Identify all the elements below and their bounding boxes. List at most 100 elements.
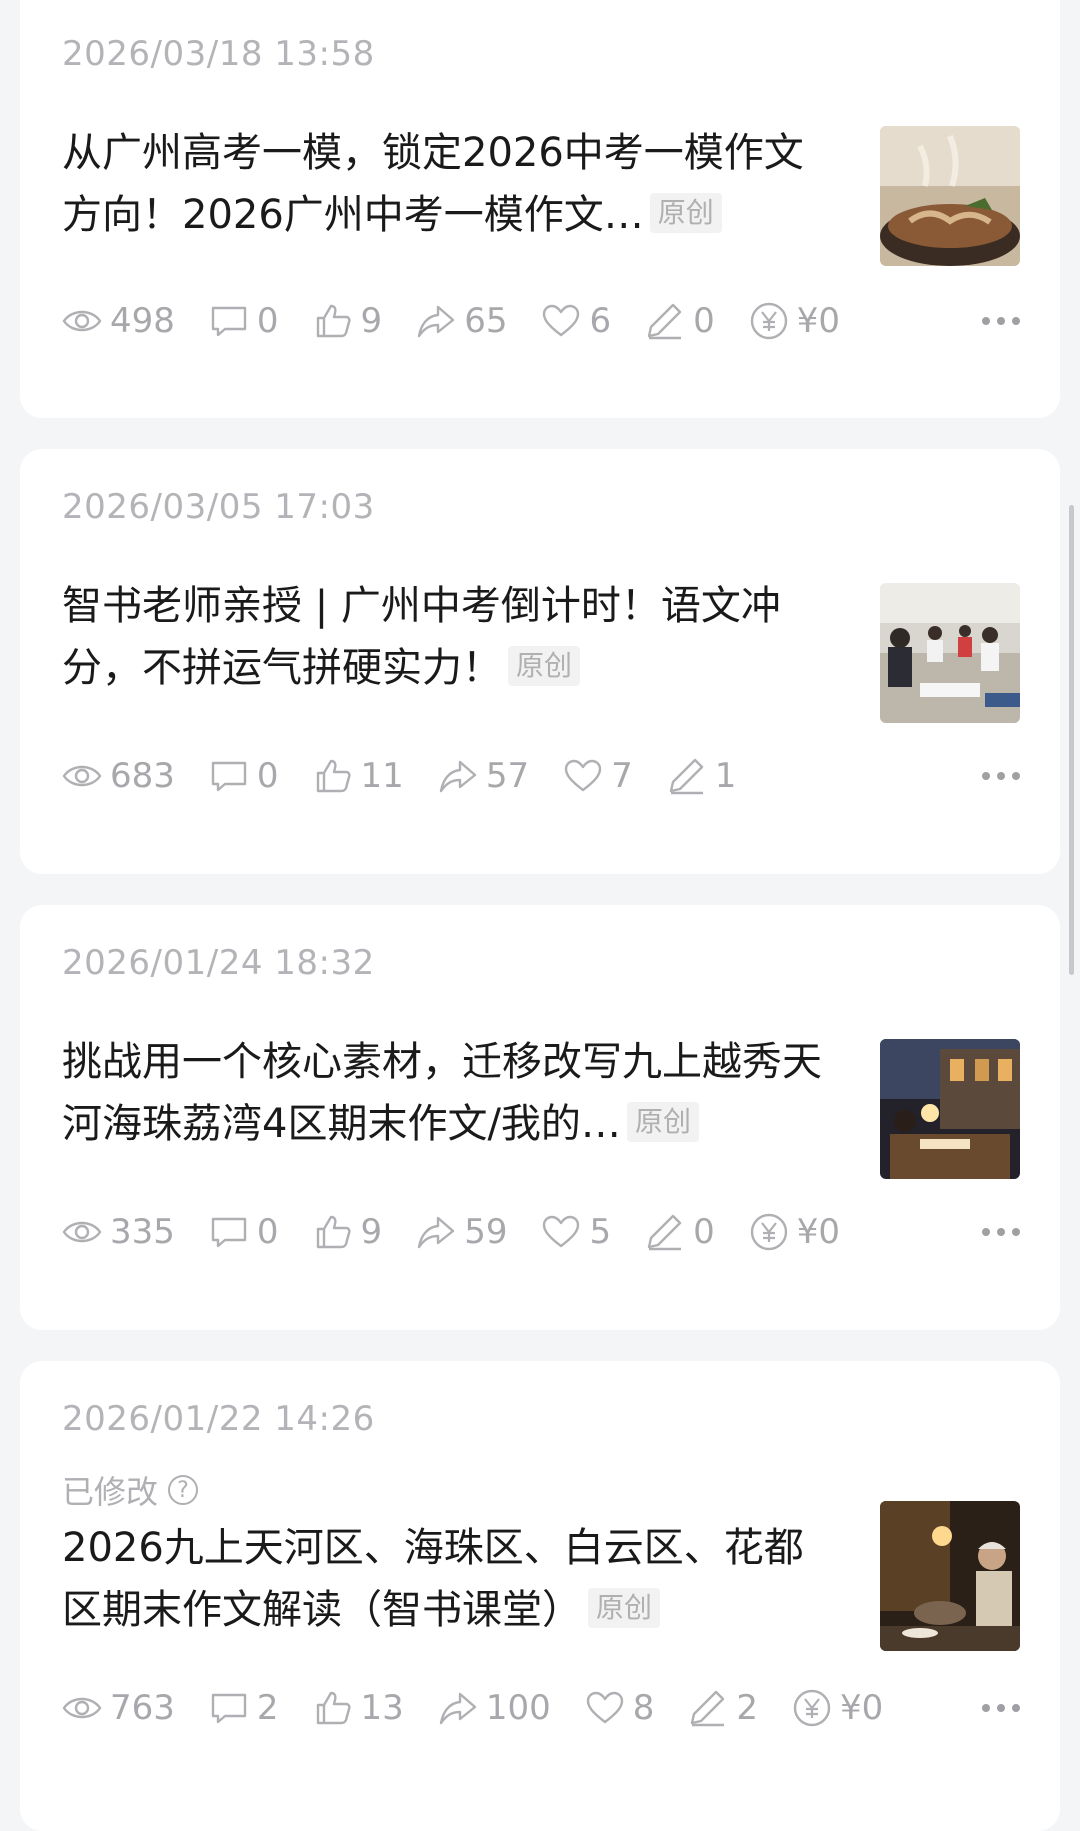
food-soup-image[interactable]: [880, 126, 1020, 266]
more-options-button[interactable]: [982, 1683, 1020, 1733]
shares-stat[interactable]: 57: [438, 756, 529, 796]
article-title[interactable]: 从广州高考一模，锁定2026中考一模作文方向！2026广州中考一模作文… 原创: [62, 122, 842, 246]
article-date: 2026/03/05 17:03: [62, 487, 375, 527]
article-card[interactable]: 2026/03/18 13:58 从广州高考一模，锁定2026中考一模作文方向！…: [20, 0, 1060, 418]
notes-count: 1: [714, 756, 737, 796]
views-stat: 763: [62, 1688, 175, 1728]
likes-count: 9: [360, 301, 383, 341]
thumbs-up-icon: [313, 301, 353, 341]
comment-icon: [209, 1688, 249, 1728]
comments-stat[interactable]: 2: [209, 1688, 279, 1728]
heart-icon: [541, 1212, 581, 1252]
pen-icon: [688, 1688, 728, 1728]
article-title[interactable]: 智书老师亲授 | 广州中考倒计时！语文冲分，不拼运气拼硬实力！ 原创: [62, 575, 842, 699]
pen-icon: [667, 756, 707, 796]
share-icon: [416, 301, 456, 341]
reward-stat[interactable]: ¥0: [749, 301, 840, 341]
views-stat: 335: [62, 1212, 175, 1252]
likes-count: 9: [360, 1212, 383, 1252]
comments-count: 0: [256, 1212, 279, 1252]
comments-stat[interactable]: 0: [209, 1212, 279, 1252]
eye-icon: [62, 1688, 102, 1728]
more-options-button[interactable]: [982, 1207, 1020, 1257]
favorites-count: 5: [589, 1212, 612, 1252]
eye-icon: [62, 756, 102, 796]
elderly-cooking-image[interactable]: [880, 1501, 1020, 1651]
article-date: 2026/01/22 14:26: [62, 1399, 375, 1439]
likes-count: 13: [360, 1688, 404, 1728]
thumbs-up-icon: [313, 1212, 353, 1252]
yen-icon: [792, 1688, 832, 1728]
comments-count: 0: [256, 301, 279, 341]
likes-stat[interactable]: 9: [313, 301, 383, 341]
favorites-stat[interactable]: 6: [541, 301, 611, 341]
likes-stat[interactable]: 13: [313, 1688, 404, 1728]
article-stats: 683 0 11 57 7 1: [62, 751, 770, 801]
more-options-button[interactable]: [982, 296, 1020, 346]
heart-icon: [585, 1688, 625, 1728]
favorites-stat[interactable]: 8: [585, 1688, 655, 1728]
article-card[interactable]: 2026/01/22 14:26 已修改 ? 2026九上天河区、海珠区、白云区…: [20, 1361, 1060, 1831]
eye-icon: [62, 1212, 102, 1252]
favorites-stat[interactable]: 7: [563, 756, 633, 796]
modified-label[interactable]: 已修改 ?: [62, 1467, 199, 1513]
scrollbar[interactable]: [1069, 505, 1074, 975]
article-card[interactable]: 2026/01/24 18:32 挑战用一个核心素材，迁移改写九上越秀天河海珠荔…: [20, 905, 1060, 1330]
likes-stat[interactable]: 11: [313, 756, 404, 796]
pen-icon: [645, 1212, 685, 1252]
share-icon: [438, 756, 478, 796]
pen-icon: [645, 301, 685, 341]
night-study-image[interactable]: [880, 1039, 1020, 1179]
shares-count: 57: [485, 756, 530, 796]
comments-count: 0: [256, 756, 279, 796]
notes-stat[interactable]: 0: [645, 1212, 715, 1252]
comment-icon: [209, 301, 249, 341]
views-count: 498: [110, 301, 175, 341]
favorites-count: 6: [589, 301, 612, 341]
shares-count: 59: [464, 1212, 508, 1252]
thumbs-up-icon: [313, 1688, 353, 1728]
shares-stat[interactable]: 100: [438, 1688, 551, 1728]
shares-count: 100: [485, 1688, 551, 1728]
shares-stat[interactable]: 65: [416, 301, 507, 341]
notes-stat[interactable]: 1: [667, 756, 737, 796]
notes-count: 0: [693, 301, 715, 341]
views-count: 763: [110, 1688, 175, 1728]
notes-count: 0: [693, 1212, 715, 1252]
notes-count: 2: [736, 1688, 758, 1728]
original-badge: 原创: [626, 1102, 699, 1142]
heart-icon: [541, 301, 581, 341]
reward-stat[interactable]: ¥0: [749, 1212, 840, 1252]
reward-stat[interactable]: ¥0: [792, 1688, 883, 1728]
share-icon: [438, 1688, 478, 1728]
favorites-count: 7: [611, 756, 633, 796]
article-card[interactable]: 2026/03/05 17:03 智书老师亲授 | 广州中考倒计时！语文冲分，不…: [20, 449, 1060, 874]
more-options-button[interactable]: [982, 751, 1020, 801]
favorites-count: 8: [632, 1688, 655, 1728]
shares-stat[interactable]: 59: [416, 1212, 507, 1252]
article-stats: 763 2 13 100 8 2 ¥0: [62, 1683, 917, 1733]
notes-stat[interactable]: 0: [645, 301, 715, 341]
notes-stat[interactable]: 2: [688, 1688, 758, 1728]
reward-amount: ¥0: [840, 1688, 884, 1728]
favorites-stat[interactable]: 5: [541, 1212, 611, 1252]
article-title-text: 挑战用一个核心素材，迁移改写九上越秀天河海珠荔湾4区期末作文/我的…: [62, 1039, 822, 1147]
yen-icon: [749, 1212, 789, 1252]
modified-text: 已修改: [62, 1473, 159, 1511]
likes-stat[interactable]: 9: [313, 1212, 383, 1252]
reward-amount: ¥0: [796, 1212, 840, 1252]
thumbs-up-icon: [313, 756, 353, 796]
article-title[interactable]: 2026九上天河区、海珠区、白云区、花都区期末作文解读（智书课堂） 原创: [62, 1517, 842, 1641]
comments-stat[interactable]: 0: [209, 756, 279, 796]
article-title[interactable]: 挑战用一个核心素材，迁移改写九上越秀天河海珠荔湾4区期末作文/我的… 原创: [62, 1031, 842, 1155]
comments-stat[interactable]: 0: [209, 301, 279, 341]
shares-count: 65: [464, 301, 508, 341]
article-title-text: 2026九上天河区、海珠区、白云区、花都区期末作文解读（智书课堂）: [62, 1525, 804, 1633]
views-count: 335: [110, 1212, 175, 1252]
heart-icon: [563, 756, 603, 796]
article-stats: 498 0 9 65 6 0 ¥0: [62, 296, 874, 346]
help-icon[interactable]: ?: [168, 1475, 199, 1505]
original-badge: 原创: [508, 646, 581, 686]
comment-icon: [209, 756, 249, 796]
classroom-image[interactable]: [880, 583, 1020, 723]
